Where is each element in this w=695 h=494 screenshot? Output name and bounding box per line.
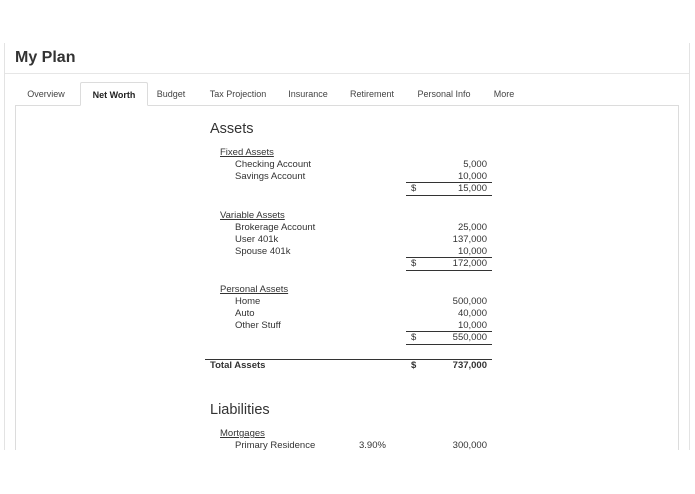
mortgage-rate: 3.90% <box>359 440 386 450</box>
tab-bar: Overview Net Worth Budget Tax Projection… <box>15 82 689 106</box>
mortgage-value: 300,000 <box>452 440 487 450</box>
total-rule <box>406 195 492 196</box>
total-assets-label: Total Assets <box>210 360 266 371</box>
currency-symbol: $ <box>411 258 417 269</box>
tab-retirement[interactable]: Retirement <box>345 82 399 106</box>
personal-assets-total: 550,000 <box>452 332 487 343</box>
liabilities-heading: Liabilities <box>210 402 270 418</box>
variable-asset-value: 137,000 <box>452 234 487 245</box>
personal-asset-value: 10,000 <box>457 320 487 331</box>
total-rule <box>406 344 492 345</box>
tab-overview[interactable]: Overview <box>17 82 75 106</box>
variable-assets-total: 172,000 <box>452 258 487 269</box>
personal-asset-name: Auto <box>235 308 255 319</box>
variable-asset-name: Brokerage Account <box>235 222 316 233</box>
variable-assets-label: Variable Assets <box>220 210 285 221</box>
fixed-assets-label: Fixed Assets <box>220 147 274 158</box>
assets-heading: Assets <box>210 121 254 137</box>
fixed-asset-value: 5,000 <box>463 159 487 170</box>
personal-asset-value: 40,000 <box>457 308 487 319</box>
net-worth-panel <box>15 105 679 450</box>
personal-asset-value: 500,000 <box>452 296 487 307</box>
tab-tax-projection[interactable]: Tax Projection <box>203 82 273 106</box>
mortgage-name: Primary Residence <box>235 440 316 450</box>
tab-insurance[interactable]: Insurance <box>283 82 333 106</box>
total-assets-value: 737,000 <box>452 360 487 371</box>
fixed-asset-value: 10,000 <box>457 171 487 182</box>
fixed-assets-total: 15,000 <box>457 183 487 194</box>
currency-symbol: $ <box>411 183 417 194</box>
variable-asset-value: 10,000 <box>457 246 487 257</box>
app-frame: My Plan Overview Net Worth Budget Tax Pr… <box>4 43 690 450</box>
tab-personal-info[interactable]: Personal Info <box>413 82 475 106</box>
personal-asset-name: Home <box>235 296 261 307</box>
personal-asset-name: Other Stuff <box>235 320 281 331</box>
variable-asset-name: User 401k <box>235 234 279 245</box>
fixed-asset-name: Savings Account <box>235 171 306 182</box>
variable-asset-name: Spouse 401k <box>235 246 291 257</box>
tab-net-worth[interactable]: Net Worth <box>80 82 148 106</box>
currency-symbol: $ <box>411 360 417 371</box>
fixed-asset-name: Checking Account <box>235 159 312 170</box>
mortgages-label: Mortgages <box>220 428 265 439</box>
tab-budget[interactable]: Budget <box>151 82 191 106</box>
variable-asset-value: 25,000 <box>457 222 487 233</box>
page-title: My Plan <box>15 49 76 66</box>
tab-more[interactable]: More <box>489 82 519 106</box>
personal-assets-label: Personal Assets <box>220 284 289 295</box>
total-rule <box>406 270 492 271</box>
title-divider <box>5 73 689 74</box>
currency-symbol: $ <box>411 332 417 343</box>
